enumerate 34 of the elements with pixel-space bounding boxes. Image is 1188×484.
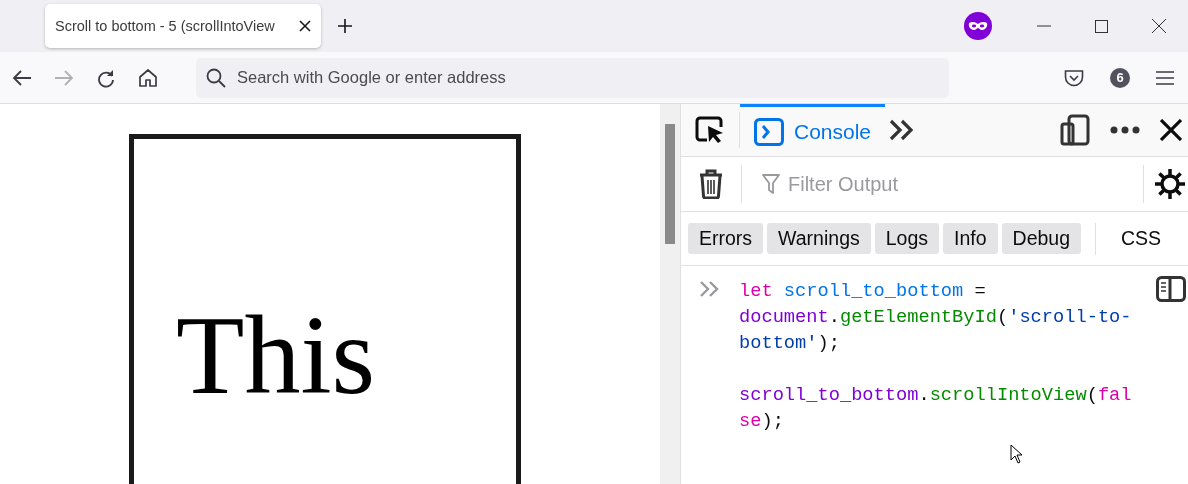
close-icon[interactable] [1152, 19, 1166, 33]
mouse-pointer-icon [1010, 444, 1024, 464]
log-level-filter[interactable]: Warnings [767, 223, 871, 254]
close-icon[interactable] [1160, 119, 1182, 141]
scrollbar[interactable] [660, 104, 681, 484]
console-icon [754, 117, 784, 146]
split-panel-icon[interactable] [1156, 276, 1186, 302]
menu-icon[interactable] [1156, 70, 1174, 85]
double-chevron-icon [699, 280, 721, 298]
log-level-filter[interactable]: Errors [688, 223, 764, 254]
more-icon[interactable] [1110, 126, 1140, 134]
trash-icon[interactable] [699, 169, 723, 199]
scrollbar-thumb[interactable] [665, 124, 675, 244]
page-text: This [176, 299, 377, 411]
plus-icon[interactable] [337, 18, 353, 34]
device-icon[interactable] [1060, 114, 1090, 146]
log-level-filter[interactable]: Logs [874, 223, 940, 254]
extensions-badge[interactable]: 6 [1110, 67, 1130, 88]
element-picker-icon[interactable] [695, 116, 725, 144]
maximize-icon[interactable] [1095, 19, 1108, 33]
log-level-filter[interactable]: Debug [1001, 223, 1082, 254]
pocket-icon[interactable] [1064, 68, 1084, 87]
double-chevron-icon[interactable] [889, 119, 916, 141]
log-level-filter[interactable]: CSS [1110, 223, 1173, 254]
back-arrow-icon[interactable] [12, 68, 32, 87]
close-icon[interactable] [299, 20, 311, 32]
settings-icon[interactable] [1154, 168, 1186, 200]
mask-icon[interactable] [963, 11, 993, 41]
console-input[interactable]: let scroll_to_bottom = document.getElementById('scroll-to-bottom'); scroll_to_bottom.scrollIntoView(false); [739, 278, 1138, 484]
log-level-filter[interactable]: Info [943, 223, 998, 254]
home-icon[interactable] [138, 67, 158, 88]
address-bar[interactable]: Search with Google or enter address [196, 57, 949, 98]
browser-tab[interactable]: Scroll to bottom - 5 (scrollIntoView [45, 4, 321, 48]
tab-title: Scroll to bottom - 5 (scrollIntoView [55, 18, 276, 34]
